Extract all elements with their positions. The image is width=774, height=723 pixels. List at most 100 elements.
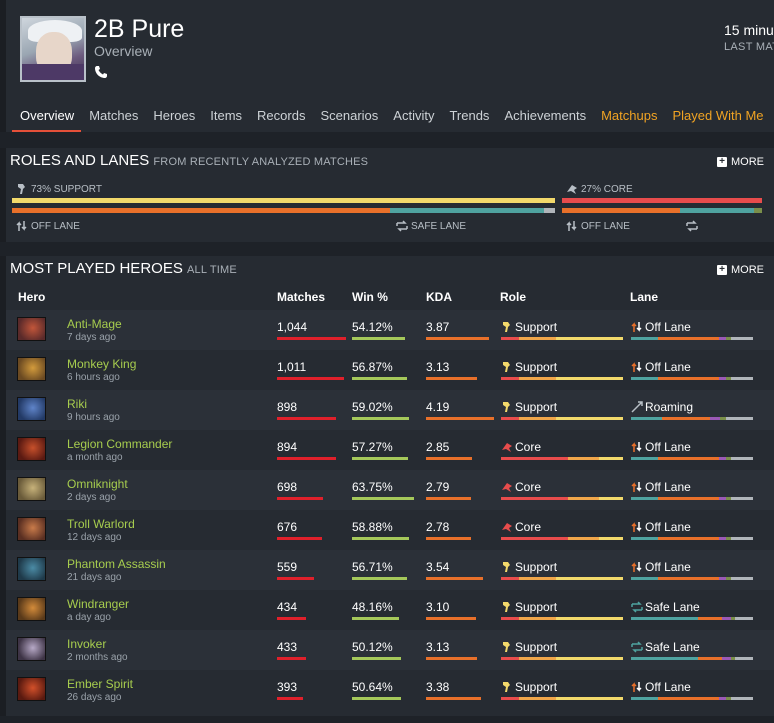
lane-bar-segment xyxy=(657,497,719,500)
table-row[interactable]: Phantom Assassin 21 days ago 559 56.71% 3.54… xyxy=(6,550,774,590)
table-row[interactable]: Invoker 2 months ago 433 50.12% 3.13 Support S… xyxy=(6,630,774,670)
lane-bar-segment xyxy=(657,577,719,580)
hero-name-link[interactable]: Monkey King xyxy=(67,357,136,371)
support-lane-bar-offlane xyxy=(12,208,390,213)
table-row[interactable]: Anti-Mage 7 days ago 1,044 54.12% 3.87 Suppor… xyxy=(6,310,774,350)
support-icon xyxy=(503,362,510,372)
tab-heroes[interactable]: Heroes xyxy=(145,100,202,132)
role-bar xyxy=(501,577,623,580)
core-icon xyxy=(502,523,512,532)
lane-bar-segment xyxy=(631,497,658,500)
hero-name-link[interactable]: Omniknight xyxy=(67,477,128,491)
hero-name-link[interactable]: Windranger xyxy=(67,597,129,611)
tab-trends[interactable]: Trends xyxy=(441,100,496,132)
lane-bar-segment xyxy=(631,657,699,660)
hero-portrait[interactable] xyxy=(17,477,46,501)
lane-bar-segment xyxy=(718,577,727,580)
tab-overview[interactable]: Overview xyxy=(12,100,82,132)
col-matches[interactable]: Matches xyxy=(277,290,325,304)
lane-bar-segment xyxy=(722,657,732,660)
tab-matches[interactable]: Matches xyxy=(81,100,145,132)
role-bar-segment xyxy=(501,457,569,460)
hero-name-link[interactable]: Phantom Assassin xyxy=(67,557,166,571)
role-bar xyxy=(501,457,623,460)
role-bar xyxy=(501,337,623,340)
tab-achievements[interactable]: Achievements xyxy=(496,100,593,132)
col-kda[interactable]: KDA xyxy=(426,290,452,304)
lane-bar-segment xyxy=(731,537,753,540)
role-cell: Core xyxy=(501,520,541,534)
hero-portrait[interactable] xyxy=(17,317,46,341)
kda-value: 3.38 xyxy=(426,680,450,694)
lane-cell: Safe Lane xyxy=(631,600,700,614)
matches-value: 698 xyxy=(277,480,298,494)
role-bar-segment xyxy=(519,577,556,580)
kda-value: 2.79 xyxy=(426,480,450,494)
table-row[interactable]: Ember Spirit 26 days ago 393 50.64% 3.38 Supp… xyxy=(6,670,774,710)
lane-bar-segment xyxy=(657,457,719,460)
matches-bar xyxy=(277,337,346,340)
lane-cell: Off Lane xyxy=(631,520,691,534)
role-cell: Support xyxy=(501,680,557,694)
role-label: Core xyxy=(515,440,542,454)
col-hero[interactable]: Hero xyxy=(18,290,45,304)
hero-portrait[interactable] xyxy=(17,597,46,621)
col-lane[interactable]: Lane xyxy=(630,290,658,304)
hero-portrait[interactable] xyxy=(17,677,46,701)
hero-portrait[interactable] xyxy=(17,397,46,421)
lane-bar-segment xyxy=(718,697,727,700)
player-avatar[interactable] xyxy=(20,16,86,82)
hero-portrait[interactable] xyxy=(17,517,46,541)
win-rate-bar xyxy=(352,417,409,420)
table-row[interactable]: Riki 9 hours ago 898 59.02% 4.19 Support Roami… xyxy=(6,390,774,430)
tab-played-with-me[interactable]: Played With Me xyxy=(664,100,770,132)
matches-bar xyxy=(277,537,322,540)
lane-bar-segment xyxy=(731,337,753,340)
offlane-icon xyxy=(631,482,642,492)
kda-bar xyxy=(426,697,481,700)
hero-portrait[interactable] xyxy=(17,637,46,661)
table-row[interactable]: Troll Warlord 12 days ago 676 58.88% 2.78 Cor… xyxy=(6,510,774,550)
col-win[interactable]: Win % xyxy=(352,290,388,304)
hero-name-link[interactable]: Troll Warlord xyxy=(67,517,135,531)
lane-bar-segment xyxy=(631,337,658,340)
lane-label: Off Lane xyxy=(645,320,691,334)
lane-bar xyxy=(631,377,753,380)
table-row[interactable]: Legion Commander a month ago 894 57.27% 2.85… xyxy=(6,430,774,470)
hero-portrait[interactable] xyxy=(17,557,46,581)
hero-name-link[interactable]: Anti-Mage xyxy=(67,317,122,331)
table-row[interactable]: Windranger a day ago 434 48.16% 3.10 Support S… xyxy=(6,590,774,630)
kda-value: 3.54 xyxy=(426,560,450,574)
tab-activity[interactable]: Activity xyxy=(385,100,441,132)
profile-tabs: Overview Matches Heroes Items Records Sc… xyxy=(12,100,771,132)
win-rate-value: 56.71% xyxy=(352,560,393,574)
heroes-more-button[interactable]: + MORE xyxy=(717,264,764,276)
role-bar-segment xyxy=(501,657,520,660)
win-rate-value: 57.27% xyxy=(352,440,393,454)
table-row[interactable]: Omniknight 2 days ago 698 63.75% 2.79 Core Off… xyxy=(6,470,774,510)
role-label: Support xyxy=(515,600,558,614)
lane-bar xyxy=(631,577,753,580)
col-role[interactable]: Role xyxy=(500,290,526,304)
role-bar-segment xyxy=(568,457,599,460)
tab-records[interactable]: Records xyxy=(249,100,312,132)
matches-bar xyxy=(277,417,336,420)
tab-items[interactable]: Items xyxy=(202,100,249,132)
hero-name-link[interactable]: Invoker xyxy=(67,637,106,651)
role-cell: Core xyxy=(501,480,541,494)
hero-portrait[interactable] xyxy=(17,357,46,381)
table-row[interactable]: Monkey King 6 hours ago 1,011 56.87% 3.13 Sup… xyxy=(6,350,774,390)
role-label: Support xyxy=(515,320,558,334)
hero-name-link[interactable]: Legion Commander xyxy=(67,437,172,451)
offlane-icon xyxy=(631,362,642,372)
tab-matchups[interactable]: Matchups xyxy=(593,100,664,132)
hero-name-link[interactable]: Ember Spirit xyxy=(67,677,133,691)
role-bar-segment xyxy=(501,577,520,580)
phone-icon[interactable] xyxy=(94,65,108,79)
support-lane-bar-other xyxy=(544,208,555,213)
lane-bar-segment xyxy=(661,417,711,420)
tab-scenarios[interactable]: Scenarios xyxy=(312,100,385,132)
roles-more-button[interactable]: + MORE xyxy=(717,156,764,168)
hero-name-link[interactable]: Riki xyxy=(67,397,87,411)
hero-portrait[interactable] xyxy=(17,437,46,461)
